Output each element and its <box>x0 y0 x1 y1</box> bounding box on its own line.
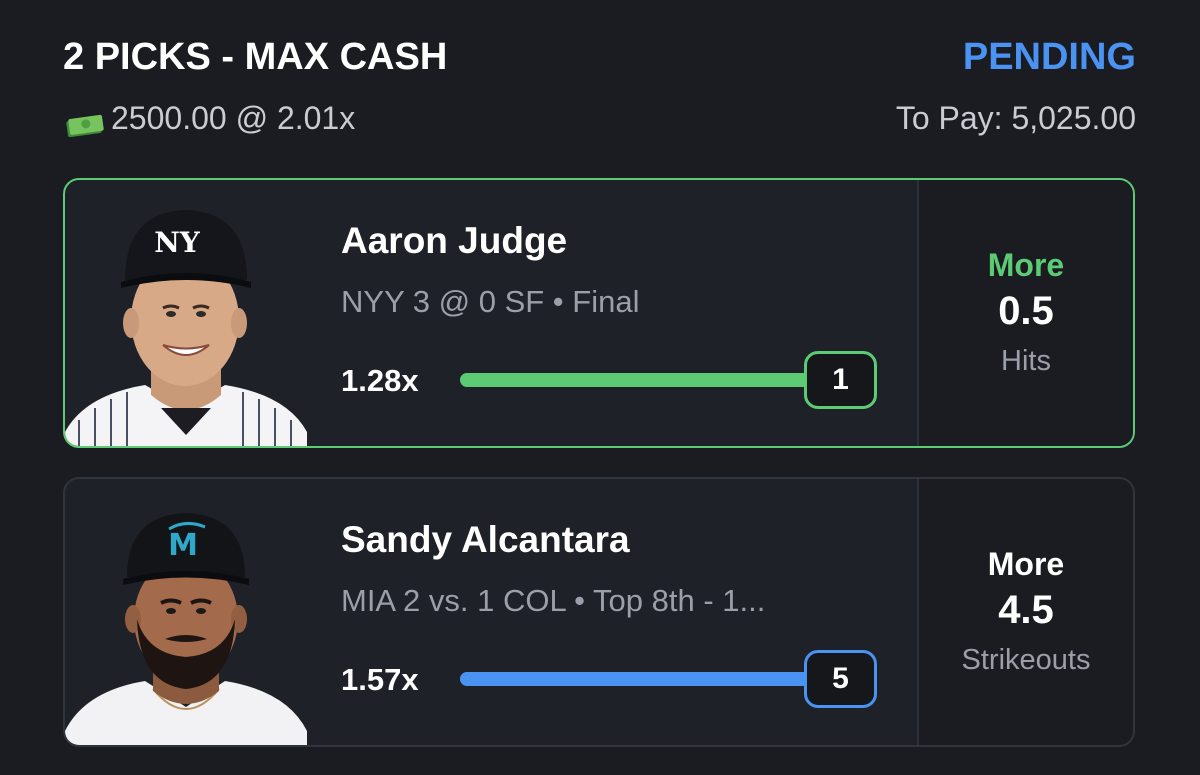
progress-bar <box>460 373 840 387</box>
pick-multiplier: 1.57x <box>341 662 419 697</box>
pick-line-panel: More 4.5 Strikeouts <box>917 479 1133 745</box>
player-name: Sandy Alcantara <box>341 519 630 560</box>
player-name: Aaron Judge <box>341 220 568 261</box>
pick-card-aaron-judge[interactable]: NY Aaron Judge NYY 3 @ 0 SF • Final 1.28… <box>63 178 1135 448</box>
wager-text: 2500.00 @ 2.01x <box>111 100 356 136</box>
progress-fill <box>460 672 840 686</box>
game-status: NYY 3 @ 0 SF • Final <box>341 284 640 319</box>
pick-line-panel: More 0.5 Hits <box>917 180 1133 446</box>
progress-fill <box>460 373 840 387</box>
pick-stat-type: Hits <box>1001 345 1051 377</box>
svg-text:M: M <box>168 528 198 563</box>
entry-title: 2 PICKS - MAX CASH <box>63 36 448 78</box>
current-stat-badge: 1 <box>804 351 877 409</box>
pick-line-value: 0.5 <box>998 289 1054 333</box>
pick-direction: More <box>987 546 1065 582</box>
to-pay-amount: To Pay: 5,025.00 <box>895 100 1136 136</box>
pick-multiplier: 1.28x <box>341 363 419 398</box>
player-headshot: NY <box>65 180 307 446</box>
pick-line-value: 4.5 <box>998 588 1054 632</box>
wager-info: 2500.00 @ 2.01x <box>65 100 355 137</box>
svg-text:NY: NY <box>154 226 201 259</box>
pick-direction: More <box>987 247 1065 283</box>
pick-stat-type: Strikeouts <box>961 644 1091 676</box>
pick-card-sandy-alcantara[interactable]: M Sandy Alcantara MIA 2 vs. 1 COL • Top … <box>63 477 1135 747</box>
money-icon <box>65 108 105 137</box>
status-badge: PENDING <box>962 36 1136 78</box>
progress-bar <box>460 672 840 686</box>
current-stat-badge: 5 <box>804 650 877 708</box>
game-status: MIA 2 vs. 1 COL • Top 8th - 1... <box>341 583 766 618</box>
player-headshot: M <box>65 479 307 745</box>
